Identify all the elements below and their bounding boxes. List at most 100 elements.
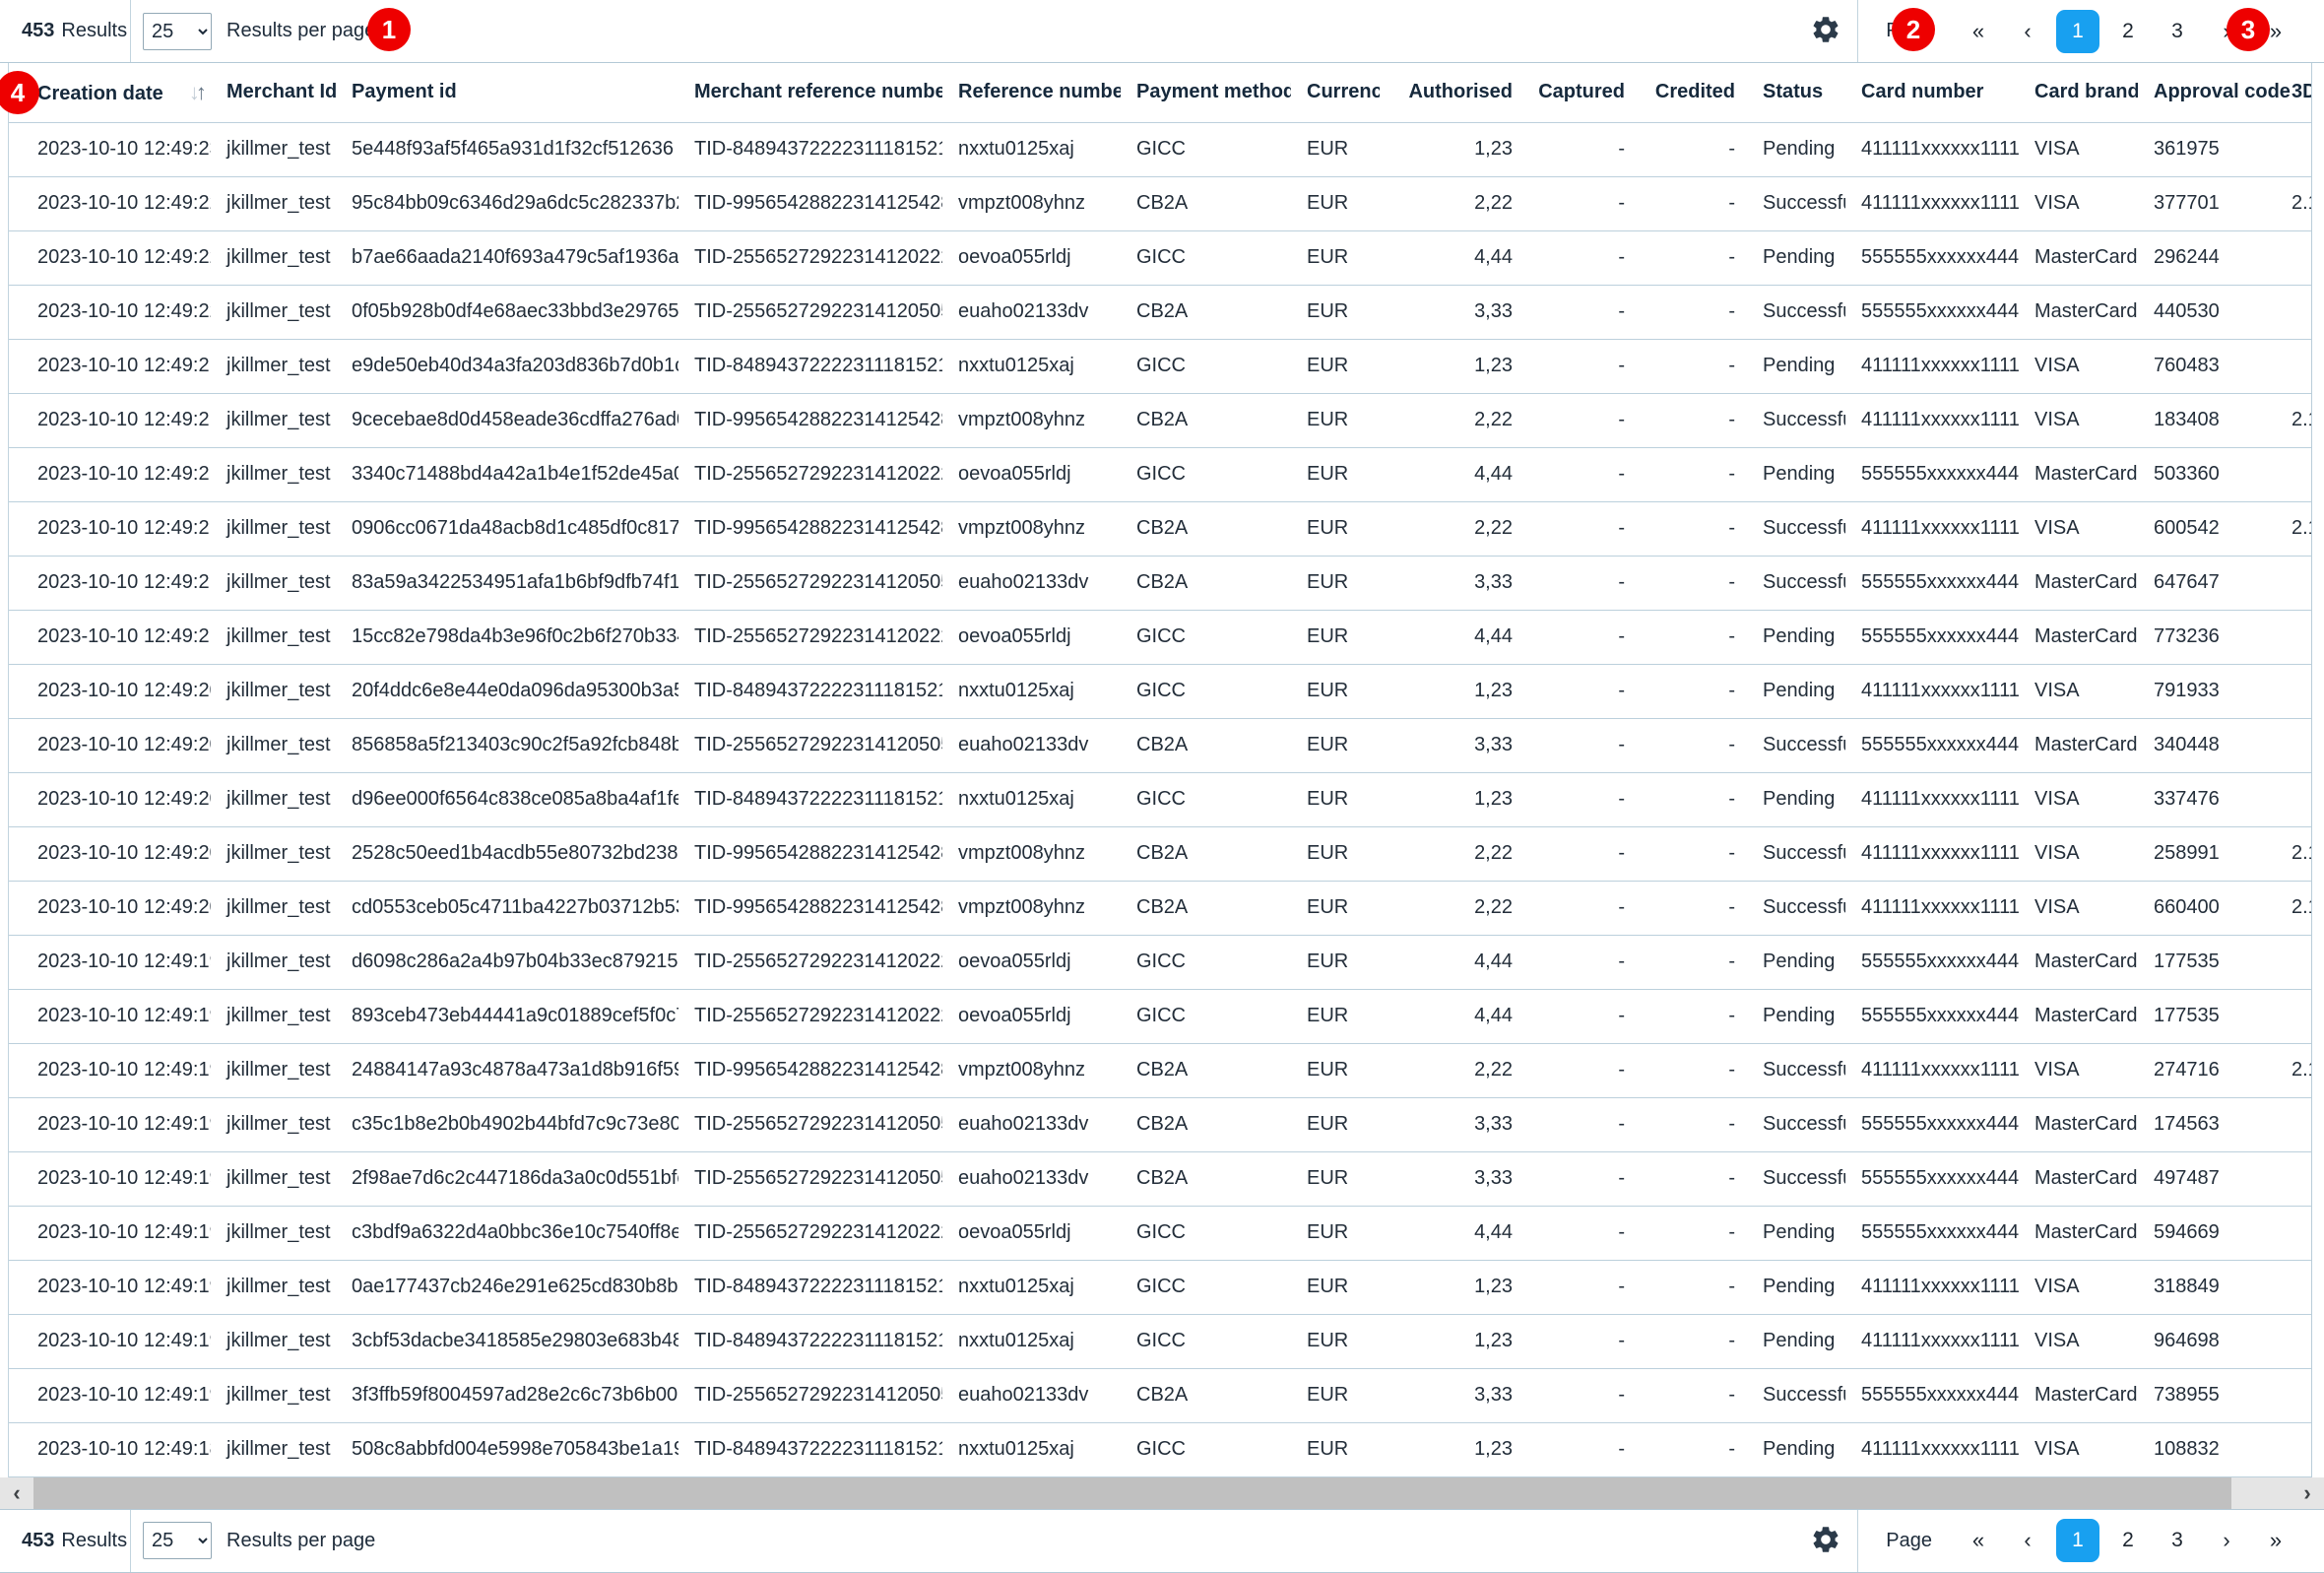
- cell-card-brand: VISA: [2019, 393, 2138, 447]
- table-row[interactable]: 2023-10-10 12:49:21jkillmer_test15cc82e7…: [9, 610, 2312, 664]
- last-page-button-bottom[interactable]: »: [2255, 1520, 2296, 1561]
- cell-captured: -: [1524, 935, 1637, 989]
- column-header-approval-code[interactable]: Approval code: [2138, 63, 2292, 122]
- cell-captured: -: [1524, 501, 1637, 556]
- cell-merchant-reference-number: TID-25565272922314120222: [678, 1206, 942, 1260]
- table-row[interactable]: 2023-10-10 12:49:21jkillmer_test83a59a34…: [9, 556, 2312, 610]
- table-row[interactable]: 2023-10-10 12:49:22jkillmer_testb7ae66aa…: [9, 230, 2312, 285]
- table-row[interactable]: 2023-10-10 12:49:20jkillmer_test20f4ddc6…: [9, 664, 2312, 718]
- table-row[interactable]: 2023-10-10 12:49:19jkillmer_test24884147…: [9, 1043, 2312, 1097]
- column-header-credited[interactable]: Credited: [1637, 63, 1747, 122]
- cell-credited: -: [1637, 501, 1747, 556]
- cell-card-number: 411111xxxxxx1111: [1845, 393, 2019, 447]
- column-header-captured[interactable]: Captured: [1524, 63, 1637, 122]
- settings-gear-button-bottom[interactable]: [1808, 1523, 1843, 1558]
- cell-authorised: 4,44: [1380, 935, 1524, 989]
- column-header-currency[interactable]: Currency: [1291, 63, 1380, 122]
- results-per-page-select-bottom[interactable]: 25: [143, 1522, 212, 1559]
- cell-credited: -: [1637, 1368, 1747, 1422]
- first-page-button-bottom[interactable]: «: [1958, 1520, 1999, 1561]
- table-header-row: Creation date↓↑ Merchant Id Payment id M…: [9, 63, 2312, 122]
- page-button-1-bottom[interactable]: 1: [2056, 1519, 2099, 1562]
- column-header-card-number[interactable]: Card number: [1845, 63, 2019, 122]
- scroll-left-button[interactable]: ‹: [0, 1477, 33, 1509]
- table-row[interactable]: 2023-10-10 12:49:19jkillmer_test3f3ffb59…: [9, 1368, 2312, 1422]
- table-row[interactable]: 2023-10-10 12:49:20jkillmer_testd96ee000…: [9, 772, 2312, 826]
- cell-credited: -: [1637, 1097, 1747, 1151]
- page-button-3-bottom[interactable]: 3: [2157, 1520, 2198, 1561]
- cell-currency: EUR: [1291, 1314, 1380, 1368]
- sort-icon[interactable]: ↓↑: [189, 80, 203, 105]
- settings-gear-button[interactable]: [1808, 14, 1843, 49]
- table-row[interactable]: 2023-10-10 12:49:19jkillmer_test0ae17743…: [9, 1260, 2312, 1314]
- cell-card-number: 555555xxxxxx4444: [1845, 610, 2019, 664]
- table-row[interactable]: 2023-10-10 12:49:23jkillmer_test5e448f93…: [9, 122, 2312, 176]
- table-row[interactable]: 2023-10-10 12:49:21jkillmer_teste9de50eb…: [9, 339, 2312, 393]
- column-header-merchant-reference-number[interactable]: Merchant reference number: [678, 63, 942, 122]
- cell-credited: -: [1637, 881, 1747, 935]
- table-row[interactable]: 2023-10-10 12:49:19jkillmer_test3cbf53da…: [9, 1314, 2312, 1368]
- column-header-payment-method[interactable]: Payment method: [1121, 63, 1291, 122]
- cell-reference-number: nxxtu0125xaj: [942, 664, 1121, 718]
- cell-3ds: [2292, 1422, 2312, 1476]
- column-header-status[interactable]: Status: [1747, 63, 1845, 122]
- column-header-card-brand[interactable]: Card brand: [2019, 63, 2138, 122]
- column-header-authorised[interactable]: Authorised: [1380, 63, 1524, 122]
- table-row[interactable]: 2023-10-10 12:49:19jkillmer_testd6098c28…: [9, 935, 2312, 989]
- cell-3ds: [2292, 1206, 2312, 1260]
- results-per-page-select[interactable]: 25: [143, 13, 212, 50]
- cell-captured: -: [1524, 1043, 1637, 1097]
- scroll-right-button[interactable]: ›: [2291, 1477, 2324, 1509]
- cell-captured: -: [1524, 1422, 1637, 1476]
- table-row[interactable]: 2023-10-10 12:49:19jkillmer_test893ceb47…: [9, 989, 2312, 1043]
- horizontal-scrollbar[interactable]: ‹ ›: [0, 1477, 2324, 1509]
- cell-authorised: 2,22: [1380, 881, 1524, 935]
- table-row[interactable]: 2023-10-10 12:49:22jkillmer_test95c84bb0…: [9, 176, 2312, 230]
- column-header-merchant-id[interactable]: Merchant Id: [211, 63, 336, 122]
- cell-payment-id: c35c1b8e2b0b4902b44bfd7c9c73e806: [336, 1097, 678, 1151]
- table-row[interactable]: 2023-10-10 12:49:18jkillmer_test508c8abb…: [9, 1422, 2312, 1476]
- cell-authorised: 3,33: [1380, 556, 1524, 610]
- column-header-payment-id[interactable]: Payment id: [336, 63, 678, 122]
- cell-payment-id: 0ae177437cb246e291e625cd830b8ba8: [336, 1260, 678, 1314]
- cell-merchant-reference-number: TID-84894372222311181521: [678, 1260, 942, 1314]
- cell-payment-id: 5e448f93af5f465a931d1f32cf512636: [336, 122, 678, 176]
- cell-3ds: [2292, 1151, 2312, 1206]
- cell-3ds: [2292, 230, 2312, 285]
- table-row[interactable]: 2023-10-10 12:49:19jkillmer_testc3bdf9a6…: [9, 1206, 2312, 1260]
- table-row[interactable]: 2023-10-10 12:49:20jkillmer_test2528c50e…: [9, 826, 2312, 881]
- cell-reference-number: euaho02133dv: [942, 285, 1121, 339]
- cell-card-brand: VISA: [2019, 826, 2138, 881]
- cell-merchant-reference-number: TID-25565272922314120505: [678, 1151, 942, 1206]
- table-row[interactable]: 2023-10-10 12:49:22jkillmer_test0f05b928…: [9, 285, 2312, 339]
- cell-merchant-id: jkillmer_test: [211, 664, 336, 718]
- column-header-reference-number[interactable]: Reference number: [942, 63, 1121, 122]
- page-button-2[interactable]: 2: [2107, 11, 2149, 52]
- scrollbar-thumb[interactable]: [33, 1477, 2231, 1509]
- table-row[interactable]: 2023-10-10 12:49:19jkillmer_test2f98ae7d…: [9, 1151, 2312, 1206]
- cell-captured: -: [1524, 447, 1637, 501]
- cell-creation-date: 2023-10-10 12:49:19: [9, 989, 211, 1043]
- prev-page-button-bottom[interactable]: ‹: [2007, 1520, 2048, 1561]
- cell-creation-date: 2023-10-10 12:49:19: [9, 1151, 211, 1206]
- table-row[interactable]: 2023-10-10 12:49:21jkillmer_test9cecebae…: [9, 393, 2312, 447]
- first-page-button[interactable]: «: [1958, 11, 1999, 52]
- page-button-2-bottom[interactable]: 2: [2107, 1520, 2149, 1561]
- cell-authorised: 1,23: [1380, 1314, 1524, 1368]
- next-page-button-bottom[interactable]: ›: [2206, 1520, 2247, 1561]
- cell-merchant-id: jkillmer_test: [211, 1368, 336, 1422]
- table-row[interactable]: 2023-10-10 12:49:19jkillmer_testc35c1b8e…: [9, 1097, 2312, 1151]
- cell-creation-date: 2023-10-10 12:49:20: [9, 881, 211, 935]
- cell-authorised: 4,44: [1380, 610, 1524, 664]
- page-button-3[interactable]: 3: [2157, 11, 2198, 52]
- table-row[interactable]: 2023-10-10 12:49:20jkillmer_testcd0553ce…: [9, 881, 2312, 935]
- cell-payment-method: CB2A: [1121, 393, 1291, 447]
- table-row[interactable]: 2023-10-10 12:49:20jkillmer_test856858a5…: [9, 718, 2312, 772]
- table-row[interactable]: 2023-10-10 12:49:21jkillmer_test3340c714…: [9, 447, 2312, 501]
- prev-page-button[interactable]: ‹: [2007, 11, 2048, 52]
- table-row[interactable]: 2023-10-10 12:49:21jkillmer_test0906cc06…: [9, 501, 2312, 556]
- page-button-1[interactable]: 1: [2056, 10, 2099, 53]
- column-header-3ds[interactable]: 3DS: [2292, 63, 2312, 122]
- cell-merchant-reference-number: TID-25565272922314120222: [678, 610, 942, 664]
- cell-captured: -: [1524, 1097, 1637, 1151]
